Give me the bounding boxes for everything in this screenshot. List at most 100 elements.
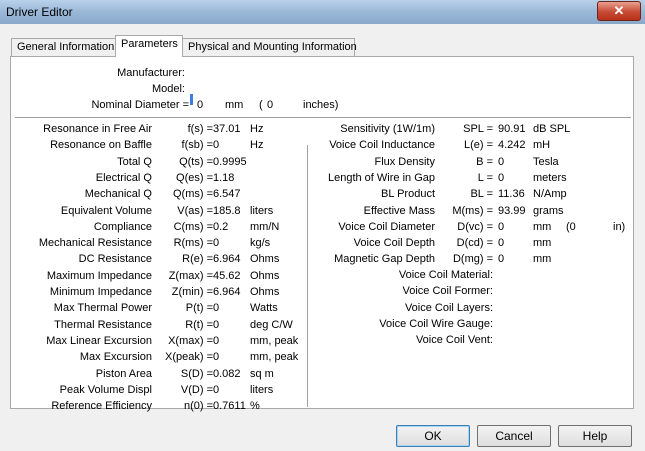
param-symbol-label: BL =: [470, 188, 493, 201]
help-button[interactable]: Help: [558, 425, 632, 447]
param-unit-label: sq m: [250, 367, 274, 380]
param-name-label: Compliance: [93, 220, 152, 233]
param-value-field[interactable]: 185.8: [213, 205, 241, 217]
param-name-label: Electrical Q: [95, 171, 152, 184]
tab-physical-mounting[interactable]: Physical and Mounting Information: [182, 38, 357, 56]
manufacturer-label: Manufacturer:: [117, 67, 185, 79]
param-symbol-label: X(max) =: [168, 334, 213, 347]
vc-diameter-inches-unit: in): [613, 221, 626, 233]
param-name-label: Minimum Impedance: [49, 286, 152, 298]
nominal-diameter-unit: mm: [225, 99, 244, 111]
param-value-field[interactable]: 11.36: [498, 188, 525, 200]
param-symbol-label: L(e) =: [463, 139, 493, 152]
driver-editor-window: Driver Editor ✕ General Information Para…: [0, 0, 645, 451]
inches-open-paren: (: [259, 99, 263, 111]
param-symbol-label: Q(ms) =: [172, 188, 213, 201]
param-unit-label: mm: [533, 253, 552, 266]
title-bar[interactable]: Driver Editor ✕: [0, 0, 645, 24]
param-symbol-label: M(ms) =: [452, 204, 493, 217]
inches-value[interactable]: 0: [267, 99, 273, 111]
model-label: Model:: [151, 83, 185, 95]
param-name-label: Mechanical Q: [84, 188, 152, 201]
param-name-label: DC Resistance: [78, 253, 152, 266]
voice-coil-info-label: Voice Coil Vent:: [415, 334, 493, 347]
param-name-label: Voice Coil Depth: [353, 237, 435, 250]
param-value-field[interactable]: 90.91: [498, 123, 526, 135]
param-name-label: Magnetic Gap Depth: [334, 253, 435, 266]
param-value-field[interactable]: 0: [213, 302, 219, 314]
param-name-label: Effective Mass: [363, 204, 435, 217]
param-unit-label: Hz: [250, 139, 264, 152]
param-value-field[interactable]: 1.18: [213, 172, 234, 184]
param-value-field[interactable]: 0: [213, 139, 219, 151]
column-separator: [307, 145, 309, 407]
param-symbol-label: Q(ts) =: [179, 155, 213, 168]
param-value-field[interactable]: 0: [213, 351, 219, 363]
param-name-label: Thermal Resistance: [54, 318, 152, 331]
param-name-label: BL Product: [380, 188, 435, 201]
param-unit-label: mm/N: [250, 220, 280, 233]
param-value-field[interactable]: 0.7611: [213, 400, 246, 412]
param-symbol-label: V(D) =: [180, 383, 213, 396]
param-value-field[interactable]: 0: [213, 319, 219, 331]
param-name-label: Peak Volume Displ: [59, 383, 152, 396]
param-name-label: Maximum Impedance: [46, 269, 152, 282]
param-name-label: Resonance on Baffle: [50, 139, 152, 152]
param-value-field[interactable]: 0: [213, 237, 219, 249]
param-name-label: Total Q: [117, 155, 152, 168]
param-value-field[interactable]: 0: [213, 335, 219, 347]
param-symbol-label: C(ms) =: [173, 220, 213, 233]
param-unit-label: Ohms: [250, 269, 280, 282]
manufacturer-field[interactable]: [190, 94, 193, 105]
param-unit-label: mH: [533, 139, 551, 152]
param-value-field[interactable]: 6.964: [213, 253, 241, 265]
param-name-label: Max Excursion: [79, 351, 152, 364]
parameters-panel: Manufacturer: Model: Nominal Diameter = …: [10, 56, 634, 413]
param-symbol-label: D(vc) =: [457, 220, 493, 233]
tab-general-information[interactable]: General Information: [11, 38, 116, 56]
param-value-field[interactable]: 0: [498, 156, 504, 168]
voice-coil-info-label: Voice Coil Material:: [398, 269, 493, 281]
param-symbol-label: V(as) =: [177, 204, 213, 217]
param-value-field[interactable]: 0: [498, 253, 504, 265]
param-symbol-label: R(e) =: [182, 253, 213, 266]
param-value-field[interactable]: 0: [498, 172, 504, 184]
param-symbol-label: f(sb) =: [181, 139, 213, 152]
tab-parameters[interactable]: Parameters: [115, 35, 183, 57]
param-value-field[interactable]: 0.9995: [213, 156, 247, 168]
param-unit-label: kg/s: [250, 237, 271, 250]
param-value-field[interactable]: 4.242: [498, 139, 526, 151]
param-unit-label: N/Amp: [533, 188, 567, 201]
param-symbol-label: R(t) =: [185, 318, 213, 331]
param-name-label: Voice Coil Inductance: [329, 139, 435, 152]
param-value-field[interactable]: 6.964: [213, 286, 241, 298]
param-value-field[interactable]: 0.082: [213, 368, 241, 380]
param-value-field[interactable]: 93.99: [498, 205, 526, 217]
ok-button[interactable]: OK: [396, 425, 470, 447]
param-unit-label: Tesla: [533, 155, 559, 168]
param-value-field[interactable]: 0: [498, 237, 504, 249]
param-symbol-label: S(D) =: [180, 367, 213, 380]
param-unit-label: liters: [250, 204, 274, 217]
param-unit-label: Watts: [250, 302, 278, 315]
param-unit-label: Ohms: [250, 253, 280, 266]
dialog-client: General Information Parameters Physical …: [6, 28, 639, 447]
voice-coil-info-label: Voice Coil Layers:: [404, 301, 493, 314]
param-value-field[interactable]: 6.547: [213, 188, 241, 200]
param-value-field[interactable]: 0.2: [213, 221, 228, 233]
param-value-field[interactable]: 37.01: [213, 123, 241, 135]
nominal-diameter-value[interactable]: 0: [197, 99, 203, 111]
param-symbol-label: P(t) =: [185, 302, 213, 315]
param-name-label: Resonance in Free Air: [43, 123, 152, 135]
param-name-label: Reference Efficiency: [51, 400, 152, 413]
voice-coil-info-label: Voice Coil Former:: [402, 285, 493, 298]
param-name-label: Max Thermal Power: [53, 302, 152, 315]
param-value-field[interactable]: 0: [213, 384, 219, 396]
param-unit-label: mm, peak: [250, 334, 299, 347]
param-value-field[interactable]: 0: [498, 221, 504, 233]
param-value-field[interactable]: 45.62: [213, 270, 241, 282]
param-unit-label: deg C/W: [250, 318, 293, 331]
param-name-label: Voice Coil Diameter: [338, 220, 435, 233]
cancel-button[interactable]: Cancel: [477, 425, 551, 447]
close-button[interactable]: ✕: [597, 1, 641, 21]
